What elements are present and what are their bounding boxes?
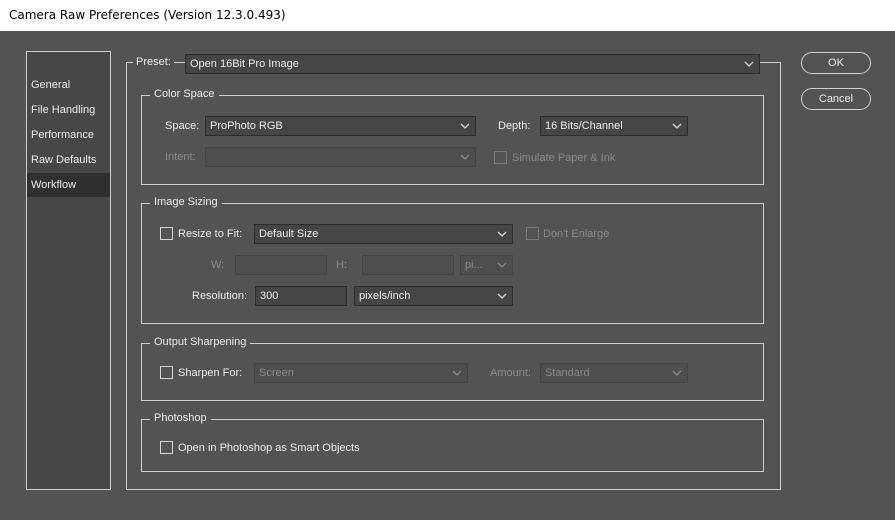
resize-to-fit-checkbox[interactable] [160, 227, 173, 240]
photoshop-title: Photoshop [150, 412, 211, 424]
amount-select[interactable]: Standard [540, 363, 688, 383]
amount-label: Amount: [490, 367, 531, 379]
intent-label: Intent: [165, 151, 196, 163]
chevron-down-icon [460, 123, 470, 129]
output-sharpening-title: Output Sharpening [150, 336, 251, 348]
sharpen-for-checkbox[interactable] [160, 366, 173, 379]
width-input[interactable] [235, 255, 327, 275]
dialog-body: General File Handling Performance Raw De… [0, 31, 895, 520]
chevron-down-icon [497, 293, 507, 299]
space-label: Space: [165, 120, 200, 132]
sidebar-item-general[interactable]: General [27, 73, 110, 97]
sidebar: General File Handling Performance Raw De… [26, 51, 111, 490]
sidebar-item-performance[interactable]: Performance [27, 123, 110, 147]
simulate-paper-checkbox[interactable] [494, 151, 507, 164]
width-label: W: [211, 259, 225, 271]
color-space-group: Color Space [141, 88, 764, 185]
space-value: ProPhoto RGB [210, 120, 283, 132]
resize-to-fit-value: Default Size [259, 228, 319, 240]
depth-value: 16 Bits/Channel [545, 120, 623, 132]
image-sizing-title: Image Sizing [150, 196, 222, 208]
chevron-down-icon [744, 61, 754, 67]
color-space-title: Color Space [150, 88, 219, 100]
chevron-down-icon [672, 123, 682, 129]
sidebar-item-raw-defaults[interactable]: Raw Defaults [27, 148, 110, 172]
ok-button[interactable]: OK [801, 52, 871, 74]
resolution-label: Resolution: [192, 290, 248, 302]
resize-to-fit-label: Resize to Fit: [178, 228, 243, 240]
dont-enlarge-checkbox[interactable] [526, 227, 539, 240]
chevron-down-icon [497, 231, 507, 237]
chevron-down-icon [672, 370, 682, 376]
smart-objects-checkbox[interactable] [160, 441, 173, 454]
smart-objects-label: Open in Photoshop as Smart Objects [178, 442, 360, 454]
chevron-down-icon [452, 370, 462, 376]
depth-label: Depth: [498, 120, 531, 132]
chevron-down-icon [460, 154, 470, 160]
resolution-input[interactable]: 300 [255, 286, 347, 306]
intent-select[interactable] [205, 147, 476, 167]
space-select[interactable]: ProPhoto RGB [205, 116, 476, 136]
sharpen-for-value: Screen [259, 367, 294, 379]
size-unit-value: pi... [465, 259, 483, 271]
preset-value: Open 16Bit Pro Image [190, 58, 299, 70]
amount-value: Standard [545, 367, 590, 379]
depth-select[interactable]: 16 Bits/Channel [540, 116, 688, 136]
cancel-button[interactable]: Cancel [801, 88, 871, 110]
title-bar: Camera Raw Preferences (Version 12.3.0.4… [0, 0, 895, 31]
preset-select[interactable]: Open 16Bit Pro Image [185, 54, 760, 74]
preset-label: Preset: [133, 56, 174, 68]
size-unit-select[interactable]: pi... [460, 255, 513, 275]
sharpen-for-label: Sharpen For: [178, 367, 243, 379]
height-label: H: [336, 259, 347, 271]
sidebar-item-file-handling[interactable]: File Handling [27, 98, 110, 122]
resolution-unit-select[interactable]: pixels/inch [354, 286, 513, 306]
sidebar-item-workflow[interactable]: Workflow [27, 173, 110, 197]
sharpen-for-select[interactable]: Screen [254, 363, 468, 383]
simulate-paper-label: Simulate Paper & Ink [512, 152, 616, 164]
resolution-unit-value: pixels/inch [359, 290, 411, 302]
window-title: Camera Raw Preferences (Version 12.3.0.4… [9, 8, 286, 22]
height-input[interactable] [362, 255, 454, 275]
chevron-down-icon [497, 262, 507, 268]
dont-enlarge-label: Don't Enlarge [543, 228, 610, 240]
resize-to-fit-select[interactable]: Default Size [254, 224, 513, 244]
